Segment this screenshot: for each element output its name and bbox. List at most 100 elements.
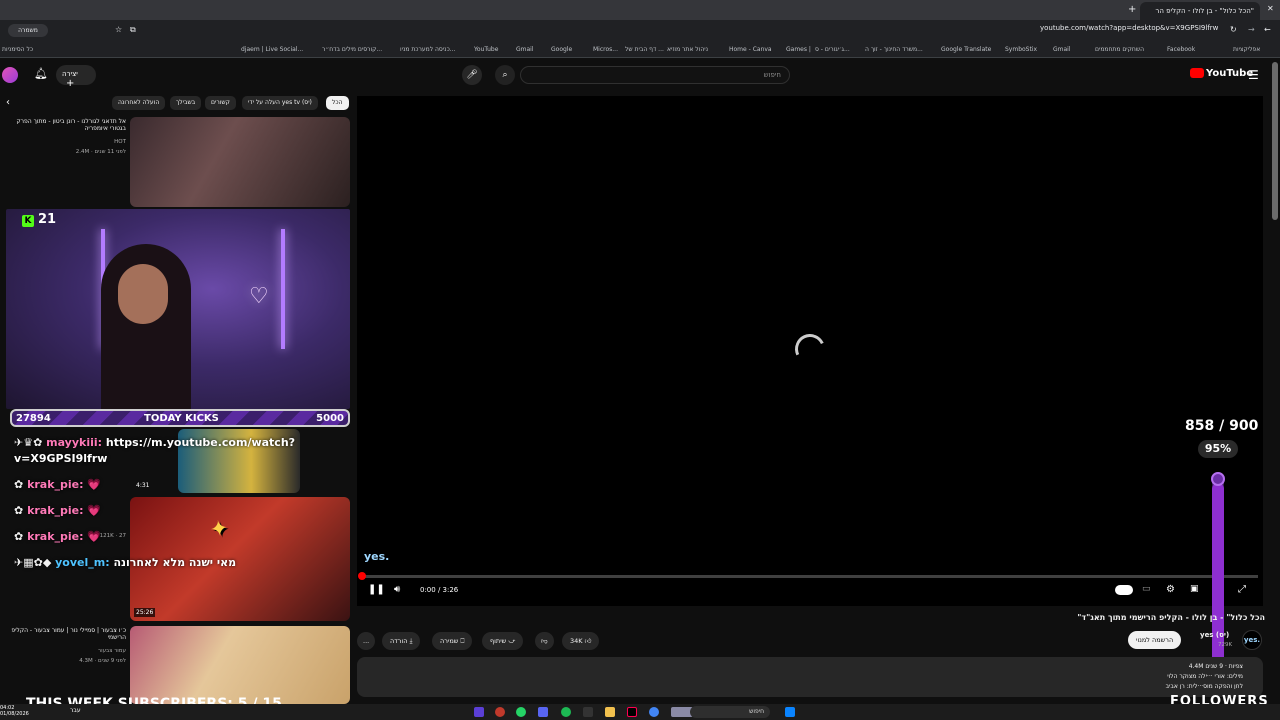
clock-date: 01/08/2026: [0, 711, 29, 717]
windows-start-icon[interactable]: [785, 707, 795, 717]
create-button[interactable]: יצירה +: [56, 65, 96, 89]
taskbar-clock[interactable]: 04:02 01/08/2026: [0, 705, 29, 717]
like-button[interactable]: 34K 👍︎: [562, 632, 600, 650]
search-input[interactable]: חיפוש: [520, 66, 790, 84]
profile-chip[interactable]: משמרה: [8, 24, 48, 37]
forward-icon[interactable]: →: [1248, 25, 1255, 34]
dislike-button[interactable]: 👎︎: [535, 632, 554, 650]
tiktok-icon[interactable]: [627, 707, 637, 717]
recommendation-meta: 4.3M · לפני 9 שנים: [79, 658, 126, 664]
miniplayer-icon[interactable]: ▣: [1190, 584, 1199, 594]
subtitles-icon[interactable]: ▭: [1142, 584, 1151, 594]
chip-channel[interactable]: העלה על ידי yes tv (יס): [242, 96, 318, 110]
chat-message: ✈︎♛✿ mayykiii: https://m.youtube.com/wat…: [14, 436, 295, 449]
channel-name[interactable]: yes (יס): [1200, 631, 1229, 639]
channel-avatar[interactable]: yes.: [1242, 630, 1262, 650]
twitch-app-icon[interactable]: [474, 707, 484, 717]
recommendation-thumbnail[interactable]: [130, 117, 350, 207]
file-explorer-icon[interactable]: [605, 707, 615, 717]
bookmark-item[interactable]: SymboStix: [1005, 46, 1037, 53]
bookmark-item[interactable]: Games |: [786, 46, 811, 53]
extensions-icon[interactable]: ⧉: [130, 25, 136, 35]
capcut-icon[interactable]: [583, 707, 593, 717]
star-icon[interactable]: ☆: [115, 25, 122, 34]
recommendation-thumbnail[interactable]: [130, 626, 350, 704]
video-title: "הכל כלול" - בן לולו - הקליפ הרישמי מתוך…: [1077, 613, 1265, 622]
bookmark-item[interactable]: Google Translate: [941, 46, 991, 53]
chip-scroll-left-icon[interactable]: ‹: [6, 97, 10, 108]
bookmark-item[interactable]: YouTube: [474, 46, 498, 53]
whatsapp-icon[interactable]: [516, 707, 526, 717]
search-icon[interactable]: ⌕: [495, 65, 515, 85]
time-display: 0:00 / 3:26: [420, 586, 459, 594]
bookmark-item[interactable]: קורסים מילים בדח״ר...: [322, 46, 382, 53]
youtube-logo[interactable]: YouTube: [1190, 68, 1253, 79]
save-button[interactable]: שמירה ⎕: [432, 632, 473, 650]
more-actions-button[interactable]: ...: [357, 632, 376, 650]
save-label: שמירה: [440, 637, 459, 645]
share-button[interactable]: שיתוף ⤻: [482, 632, 524, 650]
bookmark-item[interactable]: djaem | Live Social...: [241, 46, 303, 53]
autoplay-toggle[interactable]: [1115, 585, 1133, 595]
address-bar-row: youtube.com/watch?app=desktop&v=X9GPSI9l…: [0, 20, 1280, 42]
chip-for-you[interactable]: בשבילך: [170, 96, 202, 110]
url-field[interactable]: youtube.com/watch?app=desktop&v=X9GPSI9l…: [1040, 24, 1218, 32]
bookmark-item[interactable]: אפליקציות: [1233, 46, 1260, 53]
new-tab-button[interactable]: +: [1128, 4, 1136, 15]
voice-search-icon[interactable]: 🎤︎: [462, 65, 482, 85]
kick-logo-icon: K: [22, 215, 34, 227]
follower-goal-knob: [1211, 472, 1225, 486]
bookmark-item[interactable]: Gmail: [1053, 46, 1071, 53]
subscribe-button[interactable]: הרשמה למנוי: [1128, 631, 1182, 649]
chat-text: https://m.youtube.com/watch?: [105, 436, 296, 449]
bookmark-item[interactable]: משרד החינוך - זוך ה...: [865, 46, 923, 53]
bookmark-item[interactable]: Home - Canva: [729, 46, 772, 53]
spotify-icon[interactable]: [561, 707, 571, 717]
discord-icon[interactable]: [538, 707, 548, 717]
kicks-label: TODAY KICKS: [144, 413, 219, 424]
bookmarks-bar: אפליקציות Facebook השחקים מתחממים Gmail …: [0, 42, 1280, 58]
bookmark-item[interactable]: כניסה למערכת מניו...: [400, 46, 455, 53]
chip-related[interactable]: קשורים: [205, 96, 236, 110]
volume-icon[interactable]: 🔊︎: [394, 584, 400, 595]
recommendation-duration: 25:26: [134, 608, 156, 617]
fullscreen-icon[interactable]: ⤢: [1238, 584, 1246, 595]
bookmark-item[interactable]: ג׳יגורים - ס...: [815, 46, 850, 53]
notifications-bell-icon[interactable]: 🔔︎: [34, 67, 48, 80]
bookmark-item[interactable]: Google: [551, 46, 572, 53]
bookmark-item[interactable]: ניהול אתר מוזיא: [667, 46, 708, 53]
recommendation-title[interactable]: אל תדאגי לגורלנו - רונן ביטון - מתוך הפר…: [2, 118, 126, 132]
download-button[interactable]: הורדה ⤓: [382, 632, 421, 650]
obs-app-icon[interactable]: [495, 707, 505, 717]
chip-recent[interactable]: הועלה לאחרונה: [112, 96, 166, 110]
scrubber-handle[interactable]: [358, 572, 366, 580]
settings-gear-icon[interactable]: ⚙: [1166, 584, 1175, 595]
pause-icon[interactable]: ❚❚: [368, 584, 385, 595]
recommendation-title[interactable]: כ׳ו צבעור | סמיילי נור | עמור צבעור - הק…: [2, 627, 126, 641]
avatar[interactable]: [2, 67, 18, 83]
progress-bar[interactable]: [358, 572, 1258, 580]
back-icon[interactable]: ←: [1264, 25, 1271, 34]
reload-icon[interactable]: ↻: [1230, 25, 1237, 34]
kick-viewer-badge: K 21: [22, 212, 56, 227]
bookmark-item[interactable]: Facebook: [1167, 46, 1195, 53]
browser-tab-active[interactable]: "הכל כלול" - בן לולו - הקליפ הר: [1140, 2, 1260, 20]
description-stats: 4.4M צפיות · 9 שנים: [1188, 663, 1243, 670]
follower-goal-count: 858 / 900: [1185, 418, 1259, 434]
bookmark-item[interactable]: השחקים מתחממים: [1095, 46, 1144, 53]
taskbar-search[interactable]: חיפוש: [690, 706, 770, 718]
language-indicator[interactable]: עבר: [70, 707, 81, 714]
bookmark-icon: ⎕: [460, 637, 465, 645]
page-scrollbar[interactable]: [1272, 62, 1278, 220]
bookmark-item[interactable]: כל הסימניות: [2, 46, 33, 53]
close-window-icon[interactable]: ✕: [1267, 4, 1274, 13]
recommendation-meta: 2.4M · לפני 11 שנים: [75, 149, 126, 155]
bookmark-item[interactable]: דף הבית של ...: [625, 46, 664, 53]
chrome-icon[interactable]: [649, 707, 659, 717]
bookmark-item[interactable]: Micros...: [593, 46, 618, 53]
video-description[interactable]: 4.4M צפיות · 9 שנים מילים: אורי ···ילה מ…: [357, 657, 1263, 697]
menu-hamburger-icon[interactable]: ☰: [1248, 68, 1259, 82]
chip-all[interactable]: הכל: [326, 96, 349, 110]
bookmark-item[interactable]: Gmail: [516, 46, 534, 53]
chat-badges-icon: ✈︎♛✿: [14, 436, 43, 449]
